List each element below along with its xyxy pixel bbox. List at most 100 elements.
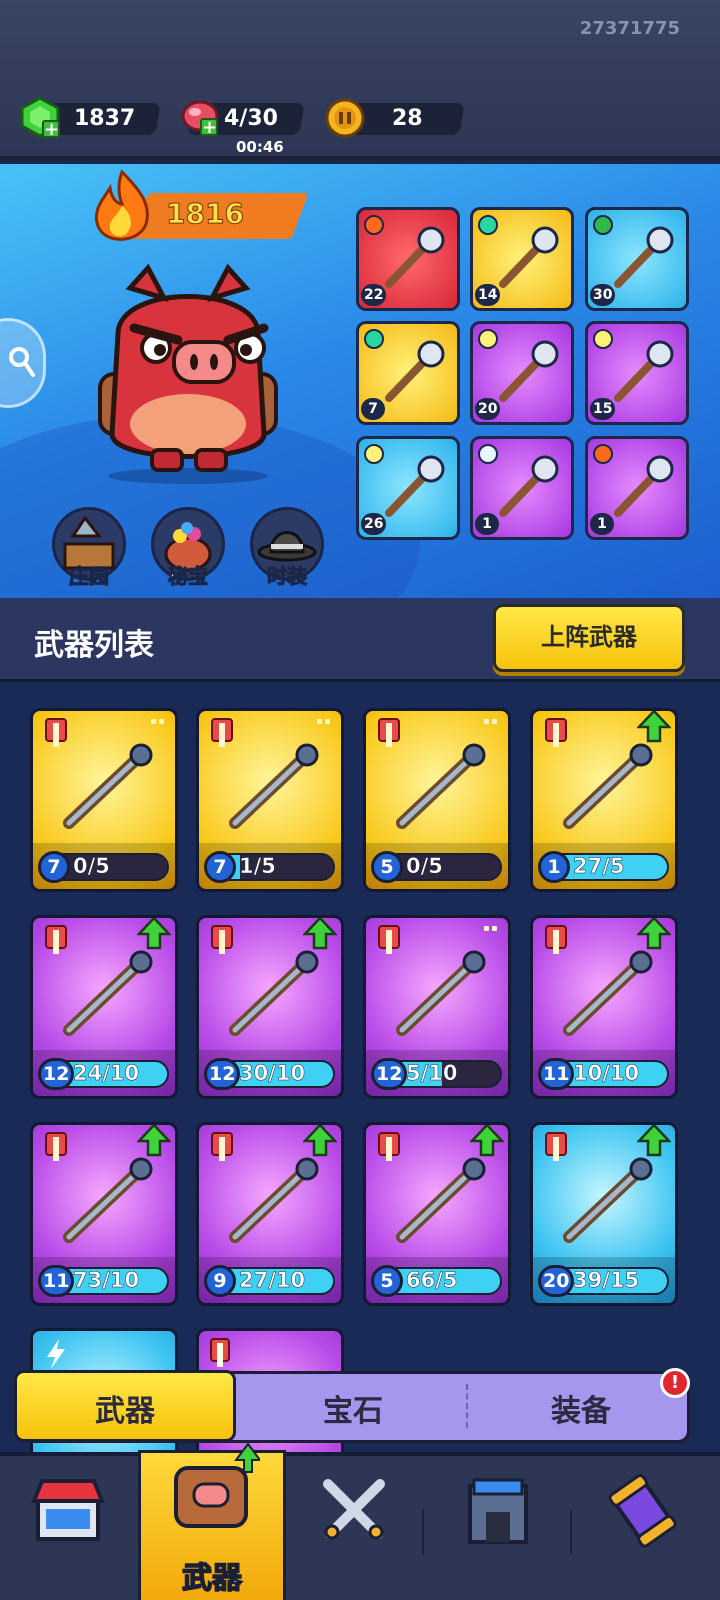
weapon-progress: 27/10 (239, 1268, 306, 1293)
equipped-level: 1 (475, 513, 499, 535)
weapon-art-icon (396, 1157, 486, 1243)
rank-dots-icon (484, 719, 498, 733)
lightning-icon (47, 1339, 65, 1369)
weapon-art-icon (229, 1157, 319, 1243)
equipped-slot[interactable]: 7 (356, 321, 460, 425)
weapon-grid: 7 0/5 7 1/5 5 0/5 1 27/5 12 24/10 12 30/10 12 5/10 11 1… (0, 682, 720, 1512)
rank-dots-icon (484, 926, 498, 940)
weapon-progress: 1/5 (239, 854, 276, 879)
weapon-art-icon (396, 743, 486, 829)
equipped-slot[interactable]: 30 (585, 207, 689, 311)
weapon-level: 9 (204, 1265, 236, 1297)
weapon-level: 11 (538, 1058, 575, 1090)
equipped-slot[interactable]: 26 (356, 436, 460, 540)
weapon-progress: 73/10 (73, 1268, 140, 1293)
weapon-card-flintlock[interactable]: 12 30/10 (196, 915, 344, 1099)
tab-gems[interactable]: 宝石 (240, 1386, 466, 1430)
weapon-level: 11 (38, 1265, 75, 1297)
deploy-weapons-button[interactable]: 上阵武器 (493, 604, 685, 672)
equipped-item-icon (385, 455, 445, 517)
weapon-card-crossbow[interactable]: 12 24/10 (30, 915, 178, 1099)
equipped-level: 15 (590, 398, 616, 420)
energy-value: 4/30 (224, 106, 278, 131)
weapon-art-icon (63, 1157, 153, 1243)
equipped-level: 26 (361, 513, 387, 535)
weapon-art-icon (229, 743, 319, 829)
magnifier-icon (9, 347, 35, 377)
weapon-card-longbow[interactable]: 11 73/10 (30, 1122, 178, 1306)
power-value: 1816 (166, 197, 245, 231)
weapon-level: 12 (371, 1058, 408, 1090)
nav-divider (422, 1510, 424, 1554)
weapon-level: 12 (204, 1058, 241, 1090)
weapon-card-pistol[interactable]: 5 0/5 (363, 708, 511, 892)
weapon-level: 7 (204, 851, 236, 883)
weapon-list-title: 武器列表 (34, 628, 154, 663)
weapon-card-sword[interactable]: 20 39/15 (530, 1122, 678, 1306)
weapon-bag-icon (174, 1442, 260, 1528)
equipped-item-icon (499, 226, 559, 288)
coins-value: 28 (392, 106, 423, 131)
weapon-card-poison-dagger[interactable]: 7 0/5 (30, 708, 178, 892)
weapon-card-spiked-spear[interactable]: 11 10/10 (530, 915, 678, 1099)
equipped-level: 30 (590, 284, 616, 306)
weapon-progress: 0/5 (73, 854, 110, 879)
flame-icon (95, 169, 149, 241)
battle-swords-icon[interactable] (316, 1472, 392, 1548)
capsule-icon[interactable] (604, 1472, 680, 1548)
coin-icon (325, 98, 365, 138)
equipped-level: 14 (475, 284, 501, 306)
weapon-card-horn-hook[interactable]: 1 27/5 (530, 708, 678, 892)
weapon-level: 20 (538, 1265, 575, 1297)
equipped-slot[interactable]: 20 (470, 321, 574, 425)
rank-dots-icon (151, 719, 165, 733)
equipped-slot[interactable]: 1 (585, 436, 689, 540)
weapon-progress: 30/10 (239, 1061, 306, 1086)
weapon-progress: 39/15 (573, 1268, 640, 1293)
equipped-level: 20 (475, 398, 501, 420)
weapon-card-shuriken[interactable]: 12 5/10 (363, 915, 511, 1099)
weapon-level: 1 (538, 851, 570, 883)
add-energy-icon[interactable]: + (200, 118, 218, 137)
attack-tag-icon (210, 1338, 230, 1367)
shop-icon[interactable] (30, 1475, 106, 1543)
rank-dots-icon (317, 719, 331, 733)
weapon-progress: 0/5 (406, 854, 443, 879)
treasure-label: 秘宝 (168, 564, 209, 589)
equipped-slot[interactable]: 15 (585, 321, 689, 425)
weapon-art-icon (63, 950, 153, 1036)
equipped-item-icon (614, 340, 674, 402)
weapon-card-ice-crystal[interactable]: 7 1/5 (196, 708, 344, 892)
equipped-slot[interactable]: 22 (356, 207, 460, 311)
equipped-level: 1 (590, 513, 614, 535)
equipped-slot[interactable]: 1 (470, 436, 574, 540)
equipped-level: 22 (361, 284, 387, 306)
weapon-level: 5 (371, 1265, 403, 1297)
weapon-card-flail[interactable]: 9 27/10 (196, 1122, 344, 1306)
weapon-art-icon (563, 743, 653, 829)
weapon-progress: 5/10 (406, 1061, 458, 1086)
weapon-level: 12 (38, 1058, 75, 1090)
add-gems-icon[interactable]: + (42, 120, 60, 139)
equipped-item-icon (385, 226, 445, 288)
weapon-art-icon (229, 950, 319, 1036)
manor-label: 庄园 (69, 564, 110, 589)
nav-divider (570, 1510, 572, 1554)
equipped-item-icon (614, 226, 674, 288)
tab-weapons-label: 武器 (95, 1394, 155, 1429)
user-id: 27371775 (579, 18, 680, 39)
weapon-art-icon (63, 743, 153, 829)
equipment-alert-badge: ! (660, 1368, 690, 1398)
weapon-progress: 27/5 (573, 854, 625, 879)
equipped-slot[interactable]: 14 (470, 207, 574, 311)
costume-label: 时装 (267, 564, 308, 589)
equipped-level: 7 (361, 398, 385, 420)
weapon-level: 7 (38, 851, 70, 883)
equipped-item-icon (385, 340, 445, 402)
weapon-art-icon (396, 950, 486, 1036)
tab-equipment[interactable]: 装备 (468, 1386, 694, 1430)
nav-weapons-label: 武器 (181, 1560, 243, 1597)
castle-icon[interactable] (460, 1472, 536, 1548)
pig-hero (98, 264, 278, 484)
weapon-card-boomerang[interactable]: 5 66/5 (363, 1122, 511, 1306)
